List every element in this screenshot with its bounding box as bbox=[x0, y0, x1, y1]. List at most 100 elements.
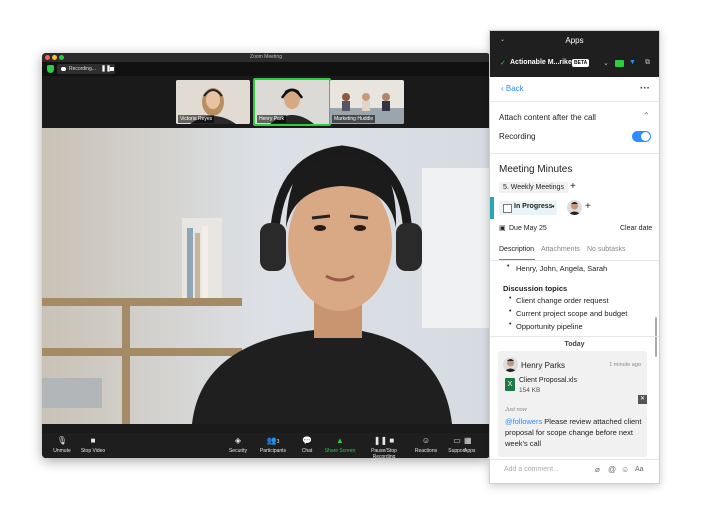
app-add-icon[interactable] bbox=[615, 60, 624, 67]
recording-indicator: Recording... ❚❚ bbox=[57, 64, 115, 74]
mention-icon[interactable]: @ bbox=[608, 465, 616, 474]
task-title[interactable]: Meeting Minutes bbox=[499, 164, 572, 175]
divider bbox=[490, 153, 659, 154]
back-label: Back bbox=[505, 84, 524, 93]
share-screen-label: Share Screen bbox=[324, 448, 356, 454]
participants-label: Participants bbox=[259, 448, 287, 454]
clear-date-link[interactable]: Clear date bbox=[620, 225, 652, 232]
participants-count: 3 bbox=[276, 439, 280, 445]
share-screen-button[interactable]: ▲ Share Screen bbox=[320, 436, 360, 454]
participant-name: Marketing Huddle bbox=[332, 115, 376, 123]
recording-toggle[interactable] bbox=[632, 131, 651, 142]
participant-name: Victoria Reyes bbox=[178, 115, 215, 123]
discussion-heading: Discussion topics bbox=[503, 284, 568, 293]
filter-icon[interactable]: ▼ bbox=[629, 59, 636, 66]
back-link[interactable]: ‹ Back bbox=[501, 84, 524, 93]
attachment-icon[interactable]: ⌀ bbox=[595, 465, 600, 474]
share-screen-icon: ▲ bbox=[336, 436, 344, 445]
comment-card: Henry Parks 1 minute ago X Client Propos… bbox=[498, 351, 647, 457]
close-icon[interactable]: ✕ bbox=[638, 395, 647, 404]
emoji-icon[interactable]: ☺ bbox=[621, 465, 629, 474]
attachment-name[interactable]: Client Proposal.xls bbox=[519, 377, 577, 384]
beta-badge: BETA bbox=[572, 59, 590, 67]
comment-input[interactable]: Add a comment... ⌀ @ ☺ Aa bbox=[498, 464, 646, 478]
divider bbox=[490, 260, 659, 261]
stop-icon[interactable] bbox=[110, 67, 114, 71]
divider bbox=[490, 459, 659, 460]
format-text-button[interactable]: Aa bbox=[635, 466, 644, 473]
zoom-window: Zoom Meeting Recording... ❚❚ Victoria Re… bbox=[42, 53, 490, 458]
status-label: In Progress bbox=[514, 203, 553, 210]
bullet: • bbox=[509, 308, 512, 315]
attach-content-label: Attach content after the call bbox=[499, 113, 596, 122]
participant-tile[interactable]: Marketing Huddle bbox=[330, 80, 404, 124]
external-link-icon[interactable]: ⧉ bbox=[645, 59, 650, 67]
cloud-icon bbox=[61, 67, 66, 71]
divider bbox=[490, 336, 659, 337]
add-assignee-icon[interactable]: + bbox=[585, 201, 591, 212]
comment-author: Henry Parks bbox=[521, 361, 566, 370]
topic-item: Opportunity pipeline bbox=[516, 322, 583, 331]
active-speaker-video bbox=[42, 128, 490, 424]
title-bar: Zoom Meeting bbox=[42, 53, 490, 62]
apps-title: Apps bbox=[565, 36, 584, 45]
participant-name: Henry Park bbox=[257, 115, 287, 123]
toggle-knob bbox=[641, 132, 650, 141]
status-row: In Progress ▾ + bbox=[490, 197, 659, 219]
caret-down-icon: ▾ bbox=[552, 204, 555, 210]
comment-time: 1 minute ago bbox=[609, 362, 641, 368]
chat-label: Chat bbox=[301, 448, 313, 454]
shield-icon[interactable] bbox=[47, 65, 54, 73]
app-name[interactable]: Actionable M...rike bbox=[510, 59, 572, 66]
meeting-toolbar: 🎙 Unmute ■ Stop Video ◈ Security 👥3 Particip… bbox=[42, 433, 490, 458]
bullet: • bbox=[509, 321, 512, 328]
unmute-label: Unmute bbox=[53, 448, 71, 454]
due-date[interactable]: Due May 25 bbox=[509, 225, 547, 232]
shield-icon: ◈ bbox=[234, 436, 242, 445]
bullet: • bbox=[509, 295, 512, 302]
attendees-text: Henry, John, Angela, Sarah bbox=[516, 264, 608, 273]
add-folder-icon[interactable]: + bbox=[570, 181, 576, 192]
apps-button[interactable]: ▦ Apps bbox=[464, 436, 490, 454]
task-checkbox[interactable] bbox=[503, 204, 512, 213]
recording-status-label: Recording... bbox=[69, 66, 96, 72]
tab-attachments[interactable]: Attachments bbox=[541, 246, 580, 253]
topic-item: Client change order request bbox=[516, 296, 609, 305]
security-label: Security bbox=[228, 448, 248, 454]
pause-stop-recording-button[interactable]: ❚❚ ■ Pause/Stop Recording bbox=[360, 436, 408, 458]
attachment-size: 154 KB bbox=[519, 387, 541, 394]
security-button[interactable]: ◈ Security bbox=[218, 436, 258, 454]
apps-label: Apps bbox=[464, 448, 476, 454]
date-divider: Today bbox=[564, 341, 585, 348]
calendar-icon: ▣ bbox=[499, 225, 506, 232]
folder-chip[interactable]: 5. Weekly Meetings bbox=[499, 182, 568, 193]
scrollbar[interactable] bbox=[655, 317, 657, 357]
reactions-label: Reactions bbox=[414, 448, 438, 454]
stop-video-label: Stop Video bbox=[80, 448, 106, 454]
comment-body: @followers Please review attached client… bbox=[505, 416, 645, 449]
check-icon: ✓ bbox=[500, 60, 506, 67]
assignee-avatar[interactable] bbox=[567, 200, 582, 215]
participant-tile-active[interactable]: Henry Park bbox=[253, 78, 331, 126]
comment-placeholder: Add a comment... bbox=[504, 466, 559, 473]
more-options-icon[interactable]: ··· bbox=[640, 83, 650, 94]
participant-tile[interactable]: Victoria Reyes bbox=[176, 80, 250, 124]
commenter-avatar bbox=[503, 357, 518, 372]
pause-stop-recording-label: Pause/Stop Recording bbox=[371, 448, 397, 458]
mention-link[interactable]: @followers bbox=[505, 417, 542, 426]
speaker-video-frame bbox=[42, 128, 490, 424]
pause-stop-icon: ❚❚ ■ bbox=[373, 436, 395, 445]
apps-panel: ⌄ Apps ✓ Actionable M...rike BETA ⌄ ▼ ⧉ … bbox=[489, 30, 660, 484]
recording-bar: Recording... ❚❚ bbox=[42, 62, 490, 76]
tab-description[interactable]: Description bbox=[499, 246, 534, 253]
status-color-bar bbox=[490, 197, 494, 219]
divider bbox=[490, 101, 659, 102]
bullet: • bbox=[507, 263, 510, 270]
chevron-up-icon[interactable]: ⌃ bbox=[643, 111, 650, 120]
apps-icon: ▦ bbox=[464, 436, 472, 445]
window-title: Zoom Meeting bbox=[250, 54, 282, 60]
tab-subtasks[interactable]: No subtasks bbox=[587, 246, 626, 253]
chevron-down-icon[interactable]: ⌄ bbox=[603, 59, 609, 67]
stop-video-button[interactable]: ■ Stop Video bbox=[73, 436, 113, 454]
status-dropdown[interactable]: In Progress ▾ bbox=[499, 201, 557, 215]
